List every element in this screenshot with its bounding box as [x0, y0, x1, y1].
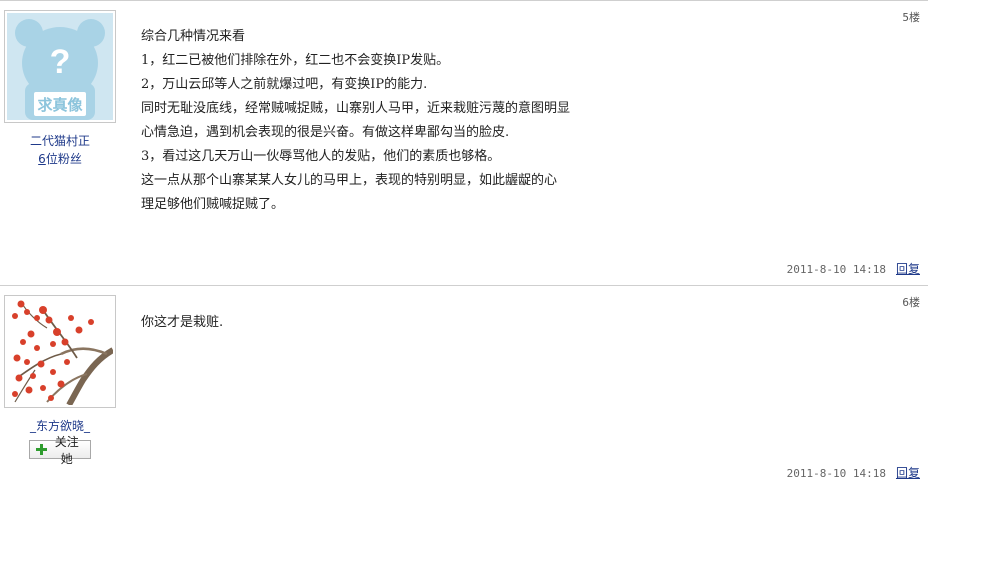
avatar[interactable]: [4, 295, 116, 408]
follow-button[interactable]: 关注她: [29, 435, 91, 466]
author-name-link[interactable]: _东方欲晓_: [0, 417, 120, 434]
post-timestamp: 2011-8-10 14:18: [786, 467, 886, 480]
post-line: 理足够他们贼喊捉贼了。: [141, 197, 285, 212]
fans-count[interactable]: 6位粉丝: [0, 150, 120, 167]
plum-blossom-avatar-image: [7, 298, 113, 405]
fans-label: 位粉丝: [45, 152, 82, 166]
plum-blossom-icon: [7, 298, 113, 405]
default-avatar-image: ? 求真像: [7, 13, 113, 120]
follow-label: 关注她: [54, 434, 79, 466]
floor-number: 5楼: [902, 11, 920, 24]
thread-container: ? 求真像 二代猫村正 6位粉丝 5楼 综合几种情况来看 1，红二已被他们排除在…: [0, 0, 996, 563]
post-line: 同时无耻没底线，经常贼喊捉贼，山寨别人马甲，近来栽赃污蔑的意图明显: [141, 101, 571, 116]
post-line: 2，万山云邱等人之前就爆过吧，有变换IP的能力.: [141, 77, 428, 92]
post-line: 心情急迫，遇到机会表现的很是兴奋。有做这样卑鄙勾当的脸皮.: [141, 125, 510, 140]
avatar[interactable]: ? 求真像: [4, 10, 116, 123]
post-body: 综合几种情况来看 1，红二已被他们排除在外，红二也不会变换IP发贴。 2，万山云…: [141, 25, 570, 217]
reply-link[interactable]: 回复: [896, 262, 920, 276]
plus-icon: [36, 444, 47, 455]
svg-text:?: ?: [50, 43, 71, 81]
placeholder-bear-icon: ? 求真像: [7, 13, 113, 120]
post-body: 你这才是栽赃.: [141, 311, 223, 335]
post-6: _东方欲晓_ 关注她 6楼 你这才是栽赃. 2011-8-10 14:18 回复: [0, 286, 928, 516]
post-line: 你这才是栽赃.: [141, 315, 224, 330]
author-name-link[interactable]: 二代猫村正: [0, 132, 120, 149]
reply-link[interactable]: 回复: [896, 466, 920, 480]
post-meta: 2011-8-10 14:18 回复: [787, 260, 920, 277]
svg-text:求真像: 求真像: [37, 96, 83, 114]
floor-number: 6楼: [902, 296, 920, 309]
post-meta: 2011-8-10 14:18 回复: [787, 464, 920, 481]
fans-number[interactable]: 6: [38, 152, 46, 166]
post-line: 1，红二已被他们排除在外，红二也不会变换IP发贴。: [141, 53, 450, 68]
post-timestamp: 2011-8-10 14:18: [786, 263, 886, 276]
post-line: 综合几种情况来看: [141, 29, 246, 44]
post-line: 这一点从那个山寨某某人女儿的马甲上，表现的特别明显，如此龌龊的心: [141, 173, 558, 188]
post-5: ? 求真像 二代猫村正 6位粉丝 5楼 综合几种情况来看 1，红二已被他们排除在…: [0, 1, 928, 285]
post-line: 3，看过这几天万山一伙辱骂他人的发贴，他们的素质也够格。: [141, 149, 501, 164]
